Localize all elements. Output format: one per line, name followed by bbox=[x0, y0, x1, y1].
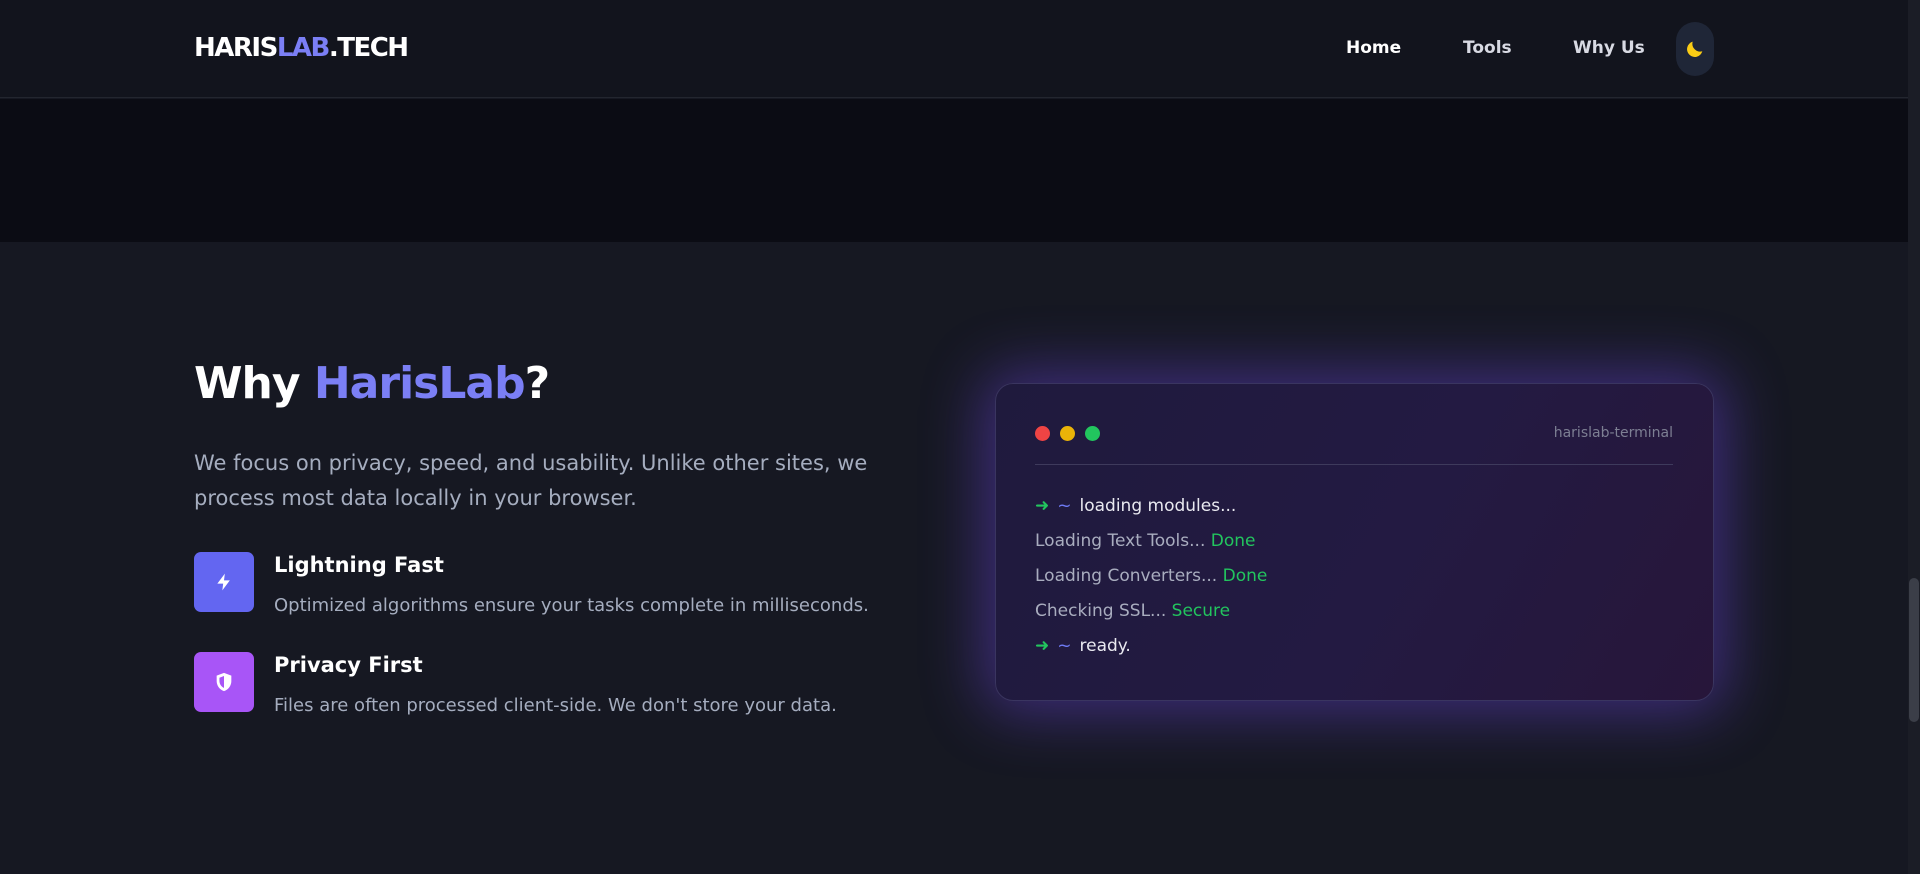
terminal-log-text: Checking SSL... bbox=[1035, 601, 1172, 621]
lightning-icon bbox=[217, 573, 230, 591]
terminal-log-text: Loading Text Tools... bbox=[1035, 531, 1211, 551]
terminal-status: Secure bbox=[1171, 601, 1231, 621]
page: HARISLAB.TECH Home Tools Why Us Why Hari… bbox=[0, 0, 1908, 874]
hero-bottom-band bbox=[0, 99, 1908, 242]
prompt-arrow-icon: ➜ bbox=[1035, 496, 1050, 516]
prompt-tilde: ~ bbox=[1057, 496, 1072, 516]
terminal-line: Loading Text Tools... Done bbox=[1035, 531, 1256, 551]
terminal-maximize-dot bbox=[1085, 426, 1100, 441]
site-header: HARISLAB.TECH Home Tools Why Us bbox=[0, 0, 1908, 98]
prompt-tilde: ~ bbox=[1057, 636, 1072, 656]
logo-part-2: LAB bbox=[276, 33, 331, 63]
terminal-command: loading modules... bbox=[1079, 496, 1237, 516]
nav-link-tools[interactable]: Tools bbox=[1463, 38, 1512, 58]
privacy-feature-icon-box bbox=[194, 652, 254, 712]
why-heading-suffix: ? bbox=[524, 358, 551, 409]
nav-link-home[interactable]: Home bbox=[1346, 38, 1401, 58]
feature-desc-privacy-first: Files are often processed client-side. W… bbox=[274, 695, 837, 716]
feature-title-lightning-fast: Lightning Fast bbox=[274, 553, 444, 577]
scrollbar-track[interactable] bbox=[1908, 0, 1920, 874]
terminal-line: ➜ ~ ready. bbox=[1035, 636, 1131, 656]
moon-icon bbox=[1687, 41, 1703, 57]
logo-part-3: .TECH bbox=[328, 33, 409, 63]
terminal-divider bbox=[1035, 464, 1673, 465]
terminal-log-text: Loading Converters... bbox=[1035, 566, 1223, 586]
terminal-window: harislab-terminal ➜ ~ loading modules... L… bbox=[995, 383, 1714, 701]
terminal-line: ➜ ~ loading modules... bbox=[1035, 496, 1236, 516]
terminal-title: harislab-terminal bbox=[1553, 425, 1673, 441]
shield-icon bbox=[216, 672, 232, 692]
why-heading: Why HarisLab? bbox=[194, 358, 551, 409]
feature-desc-lightning-fast: Optimized algorithms ensure your tasks c… bbox=[274, 595, 869, 616]
lightning-feature-icon-box bbox=[194, 552, 254, 612]
scrollbar-thumb[interactable] bbox=[1909, 578, 1919, 722]
logo-part-1: HARIS bbox=[194, 33, 278, 63]
nav-link-why-us[interactable]: Why Us bbox=[1573, 38, 1645, 58]
why-description: We focus on privacy, speed, and usabilit… bbox=[194, 451, 868, 510]
site-logo[interactable]: HARISLAB.TECH bbox=[194, 33, 409, 63]
feature-title-privacy-first: Privacy First bbox=[274, 653, 423, 677]
why-heading-brand: HarisLab bbox=[313, 358, 526, 409]
terminal-status: Done bbox=[1210, 531, 1256, 551]
terminal-command: ready. bbox=[1079, 636, 1131, 656]
why-heading-prefix: Why bbox=[194, 358, 314, 409]
prompt-arrow-icon: ➜ bbox=[1035, 636, 1050, 656]
terminal-line: Loading Converters... Done bbox=[1035, 566, 1267, 586]
theme-toggle-button[interactable] bbox=[1676, 22, 1714, 76]
terminal-status: Done bbox=[1222, 566, 1268, 586]
terminal-minimize-dot bbox=[1060, 426, 1075, 441]
terminal-close-dot bbox=[1035, 426, 1050, 441]
terminal-line: Checking SSL... Secure bbox=[1035, 601, 1230, 621]
